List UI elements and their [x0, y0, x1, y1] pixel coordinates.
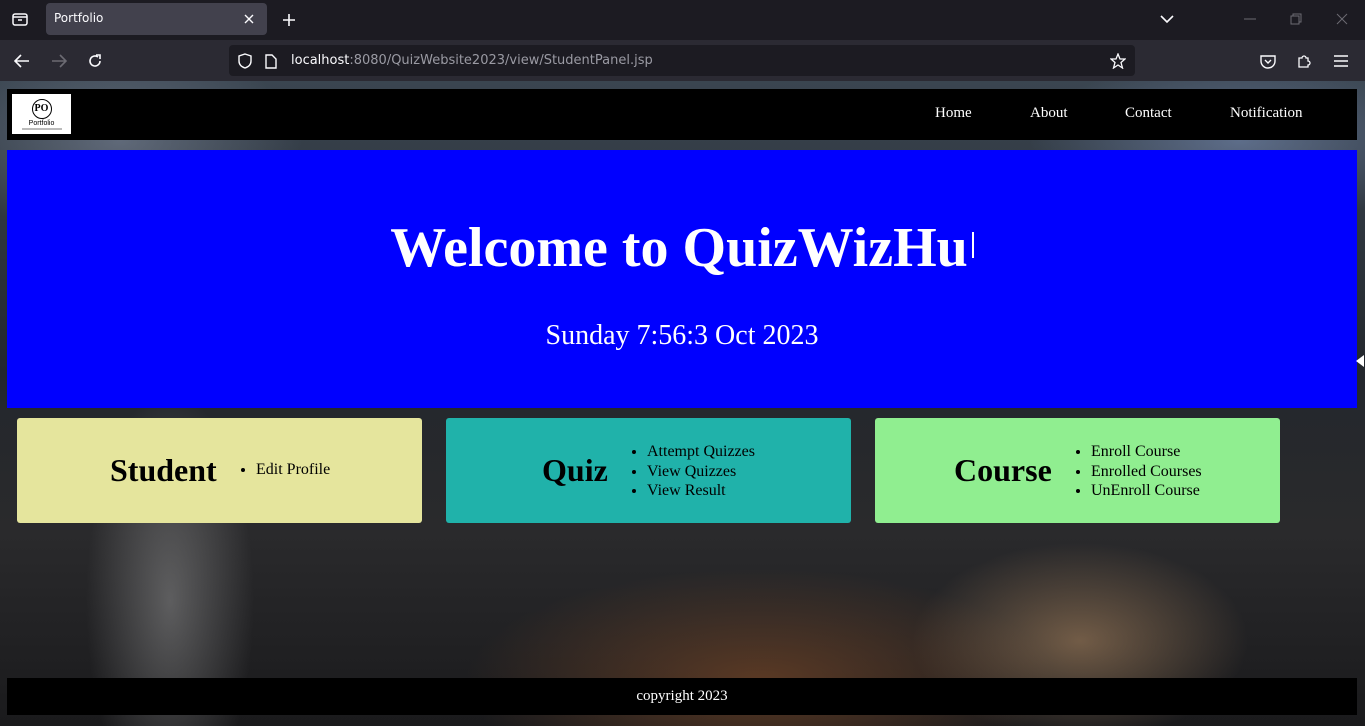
menu-icon[interactable] — [1328, 48, 1354, 74]
link-view-result[interactable]: View Result — [647, 481, 755, 501]
site-header: PO Portfolio Home About Contact Notifica… — [7, 89, 1357, 140]
close-icon[interactable] — [239, 9, 259, 29]
logo-text: Portfolio — [28, 119, 55, 127]
site-footer: copyright 2023 — [7, 678, 1357, 715]
typing-cursor — [971, 232, 974, 258]
logo-tagline-line — [21, 127, 62, 130]
browser-toolbar: localhost:8080/QuizWebsite2023/view/Stud… — [0, 40, 1365, 81]
nav-contact[interactable]: Contact — [1125, 105, 1172, 122]
extensions-icon[interactable] — [1291, 48, 1317, 74]
card-student-list: Edit Profile — [256, 460, 330, 480]
logo-mark: PO — [31, 98, 52, 119]
card-course-title: Course — [954, 452, 1052, 488]
tab-title: Portfolio — [54, 11, 104, 25]
hero-date: Sunday 7:56:3 Oct 2023 — [545, 320, 819, 351]
carousel-arrow-icon[interactable] — [1356, 355, 1364, 367]
nav-about[interactable]: About — [1030, 105, 1068, 122]
address-bar[interactable]: localhost:8080/QuizWebsite2023/view/Stud… — [229, 45, 1135, 76]
link-enrolled-courses[interactable]: Enrolled Courses — [1091, 462, 1202, 482]
back-icon[interactable] — [8, 47, 36, 75]
browser-tab-bar: Portfolio — [0, 0, 1365, 40]
card-student-title: Student — [110, 452, 217, 488]
nav-notification[interactable]: Notification — [1230, 105, 1302, 122]
forward-icon[interactable] — [45, 47, 73, 75]
card-quiz[interactable]: Quiz Attempt Quizzes View Quizzes View R… — [446, 418, 851, 523]
url-text[interactable]: localhost:8080/QuizWebsite2023/view/Stud… — [291, 53, 653, 68]
link-attempt-quizzes[interactable]: Attempt Quizzes — [647, 442, 755, 462]
card-student[interactable]: Student Edit Profile — [17, 418, 422, 523]
link-unenroll-course[interactable]: UnEnroll Course — [1091, 481, 1202, 501]
tab-list-icon[interactable] — [0, 0, 40, 38]
hero-title: Welcome to QuizWizHu — [390, 217, 968, 279]
window-close-icon[interactable] — [1328, 6, 1356, 32]
new-tab-icon[interactable] — [276, 7, 302, 33]
shield-icon[interactable] — [235, 51, 255, 71]
minimize-icon[interactable] — [1236, 6, 1264, 32]
card-quiz-list: Attempt Quizzes View Quizzes View Result — [647, 442, 755, 501]
browser-tab[interactable]: Portfolio — [46, 3, 267, 35]
bookmark-star-icon[interactable] — [1107, 50, 1129, 72]
page-icon[interactable] — [261, 51, 281, 71]
card-quiz-title: Quiz — [542, 452, 608, 488]
url-host: localhost — [291, 53, 350, 68]
card-course-list: Enroll Course Enrolled Courses UnEnroll … — [1091, 442, 1202, 501]
footer-copyright: copyright 2023 — [636, 688, 728, 704]
nav-home[interactable]: Home — [935, 105, 972, 122]
reload-icon[interactable] — [81, 47, 109, 75]
page-viewport: PO Portfolio Home About Contact Notifica… — [0, 81, 1365, 726]
site-logo[interactable]: PO Portfolio — [12, 94, 71, 134]
chevron-down-icon[interactable] — [1156, 8, 1178, 30]
pocket-icon[interactable] — [1255, 48, 1281, 74]
hero-title-wrap: Welcome to QuizWizHu — [7, 216, 1357, 280]
card-course[interactable]: Course Enroll Course Enrolled Courses Un… — [875, 418, 1280, 523]
link-enroll-course[interactable]: Enroll Course — [1091, 442, 1202, 462]
link-view-quizzes[interactable]: View Quizzes — [647, 462, 755, 482]
link-edit-profile[interactable]: Edit Profile — [256, 460, 330, 480]
url-path: :8080/QuizWebsite2023/view/StudentPanel.… — [349, 53, 653, 68]
hero-banner: Welcome to QuizWizHu Sunday 7:56:3 Oct 2… — [7, 150, 1357, 408]
restore-icon[interactable] — [1282, 6, 1310, 32]
